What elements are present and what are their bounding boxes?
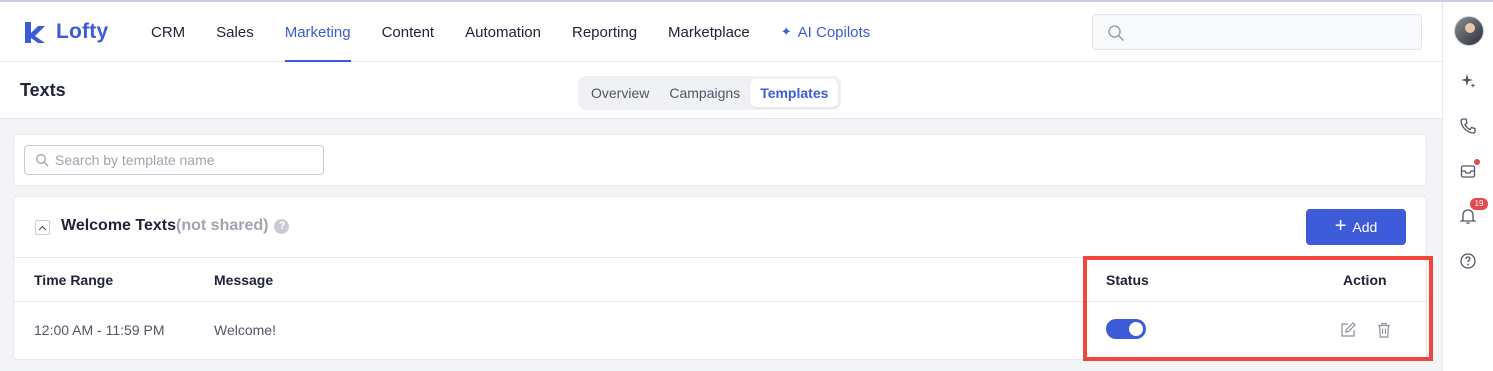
sparkle-icon: ✦: [780, 24, 792, 39]
help-icon[interactable]: ?: [274, 219, 290, 234]
row-time-range: 12:00 AM - 11:59 PM: [34, 322, 165, 338]
ai-sparkle-button[interactable]: [1455, 68, 1481, 94]
page-subheader: Texts Overview Campaigns Templates: [0, 62, 1442, 119]
inbox-icon: [1460, 165, 1476, 178]
add-template-button[interactable]: + Add: [1306, 209, 1406, 245]
add-button-label: Add: [1352, 219, 1378, 235]
tab-templates[interactable]: Templates: [750, 79, 839, 107]
edit-icon[interactable]: [1339, 321, 1357, 339]
row-message: Welcome!: [214, 322, 276, 338]
page-title: Texts: [20, 80, 66, 100]
search-card: [13, 134, 1427, 186]
nav-crm[interactable]: CRM: [151, 2, 185, 62]
chevron-up-icon: [38, 225, 47, 230]
tab-campaigns[interactable]: Campaigns: [659, 79, 750, 107]
top-header: Lofty CRM Sales Marketing Content Automa…: [0, 2, 1442, 62]
tab-overview[interactable]: Overview: [581, 79, 659, 107]
template-search-field: [24, 145, 324, 175]
column-message: Message: [214, 272, 274, 288]
nav-content[interactable]: Content: [382, 2, 435, 62]
template-search-input[interactable]: [55, 146, 315, 174]
column-action: Action: [1343, 272, 1387, 288]
collapse-group-button[interactable]: [35, 220, 50, 235]
column-time-range: Time Range: [34, 272, 114, 288]
template-group-card: Welcome Texts(not shared)? + Add Time Ra…: [13, 196, 1427, 360]
status-toggle[interactable]: [1106, 319, 1146, 339]
global-search-input[interactable]: [1092, 14, 1422, 50]
trash-icon[interactable]: [1375, 321, 1393, 339]
nav-ai-copilots[interactable]: ✦ AI Copilots: [781, 2, 870, 62]
inbox-unread-dot: [1474, 159, 1480, 165]
help-icon: [1460, 253, 1476, 269]
group-title-text: Welcome Texts: [61, 217, 177, 234]
notification-count-badge: 19: [1470, 198, 1488, 210]
sparkle-icon: [1461, 74, 1476, 88]
search-icon: [36, 154, 49, 167]
group-title: Welcome Texts(not shared)?: [61, 217, 290, 235]
nav-sales[interactable]: Sales: [216, 2, 254, 62]
page-tabs: Overview Campaigns Templates: [578, 76, 842, 110]
lofty-logo[interactable]: Lofty: [22, 18, 108, 46]
nav-ai-copilots-label: AI Copilots: [797, 23, 871, 41]
help-button[interactable]: [1455, 248, 1481, 274]
avatar[interactable]: [1454, 16, 1484, 46]
plus-icon: +: [1334, 215, 1347, 237]
table-row: 12:00 AM - 11:59 PM Welcome!: [14, 302, 1426, 359]
nav-reporting[interactable]: Reporting: [572, 2, 637, 62]
nav-marketplace[interactable]: Marketplace: [668, 2, 750, 62]
notifications-button[interactable]: 19: [1455, 198, 1488, 229]
group-share-status: (not shared): [176, 217, 269, 234]
column-status: Status: [1106, 272, 1149, 288]
table-header: Time Range Message Status Action: [14, 257, 1426, 302]
logo-text: Lofty: [56, 20, 109, 43]
phone-button[interactable]: [1455, 113, 1481, 139]
nav-automation[interactable]: Automation: [465, 2, 541, 62]
main-nav: CRM Sales Marketing Content Automation R…: [151, 2, 901, 62]
inbox-button[interactable]: [1455, 158, 1481, 184]
right-rail: 19: [1442, 2, 1493, 371]
search-icon: [1108, 25, 1124, 41]
nav-marketing[interactable]: Marketing: [284, 2, 351, 62]
phone-icon: [1460, 118, 1476, 134]
lofty-logo-icon: [25, 22, 45, 43]
